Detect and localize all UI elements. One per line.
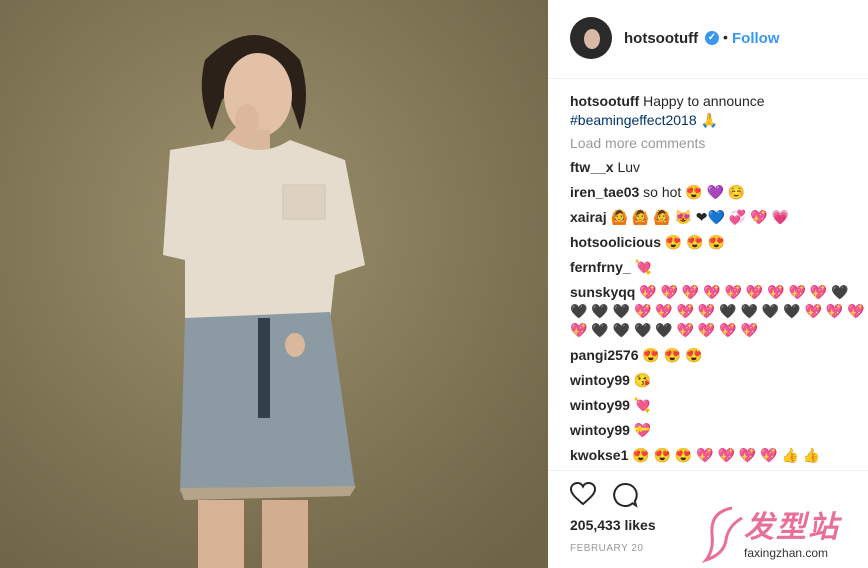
header-username[interactable]: hotsootuff [624,30,698,47]
post-sidebar: hotsootuff ✓ • Follow hotsootuff Happy t… [548,0,868,568]
comment-username[interactable]: ftw__x [570,159,614,175]
caption-username[interactable]: hotsootuff [570,93,639,109]
comment-text: 😍 😍 😍 [664,234,725,250]
comment-row: pangi2576 😍 😍 😍 [570,346,866,365]
comment-row: iren_tae03 so hot 😍 💜 ☺️ [570,183,866,202]
post-photo[interactable] [0,0,548,568]
comment-row: sunskyqq 💖 💖 💖 💖 💖 💖 💖 💖 💖 🖤 🖤 🖤 🖤 💖 💖 💖… [570,283,866,340]
comment-username[interactable]: fernfrny_ [570,259,631,275]
verified-badge-icon: ✓ [705,31,719,45]
comment-row: ftw__x Luv [570,158,866,177]
comment-row: fernfrny_ 💘 [570,258,866,277]
comment-text: 😘 [633,372,652,388]
post-header: hotsootuff ✓ • Follow [548,0,868,79]
action-bar [569,481,866,511]
comment-username[interactable]: pangi2576 [570,347,638,363]
load-more-comments-button[interactable]: Load more comments [570,135,866,151]
divider [548,470,868,471]
comment-username[interactable]: wintoy99 [570,422,630,438]
comment-text: 🙆 🙆 🙆 😻 ❤💙 💞 💖 💗 [610,209,789,225]
comment-username[interactable]: kwokse1 [570,447,628,463]
comment-row: wintoy99 💘 [570,396,866,415]
post-date[interactable]: FEBRUARY 20 [570,543,644,554]
caption-emoji: 🙏 [700,112,718,128]
comment-row: kwokse1 😍 😍 😍 💖 💖 💖 💖 👍 👍 [570,446,866,465]
comment-text: 😍 😍 😍 💖 💖 💖 💖 👍 👍 [632,447,821,463]
comments-list: hotsootuff Happy to announce #beamingeff… [570,92,866,471]
comment-text: 💘 [633,397,652,413]
comment-username[interactable]: hotsoolicious [570,234,661,250]
caption: hotsootuff Happy to announce #beamingeff… [570,92,866,130]
comment-row: wintoy99 💝 [570,421,866,440]
likes-count[interactable]: 205,433 likes [570,517,656,533]
comment-text: 😍 😍 😍 [642,347,703,363]
comment-username[interactable]: sunskyqq [570,284,635,300]
comment-username[interactable]: iren_tae03 [570,184,639,200]
comment-row: hotsoolicious 😍 😍 😍 [570,233,866,252]
comment-text: so hot 😍 💜 ☺️ [643,184,746,200]
caption-text: Happy to announce [643,93,765,109]
heart-icon[interactable] [569,481,597,511]
comment-username[interactable]: wintoy99 [570,397,630,413]
comment-username[interactable]: xairaj [570,209,607,225]
comment-icon[interactable] [612,482,638,513]
caption-hashtag[interactable]: #beamingeffect2018 [570,112,697,128]
separator-dot: • [723,29,728,45]
comment-text: 💝 [633,422,652,438]
comment-text: Luv [617,159,641,175]
comment-row: xairaj 🙆 🙆 🙆 😻 ❤💙 💞 💖 💗 [570,208,866,227]
comment-username[interactable]: wintoy99 [570,372,630,388]
post-photo-illustration [0,0,548,568]
avatar[interactable] [570,17,612,59]
follow-button[interactable]: Follow [732,30,780,47]
comment-row: wintoy99 😘 [570,371,866,390]
comment-text: 💘 [634,259,653,275]
